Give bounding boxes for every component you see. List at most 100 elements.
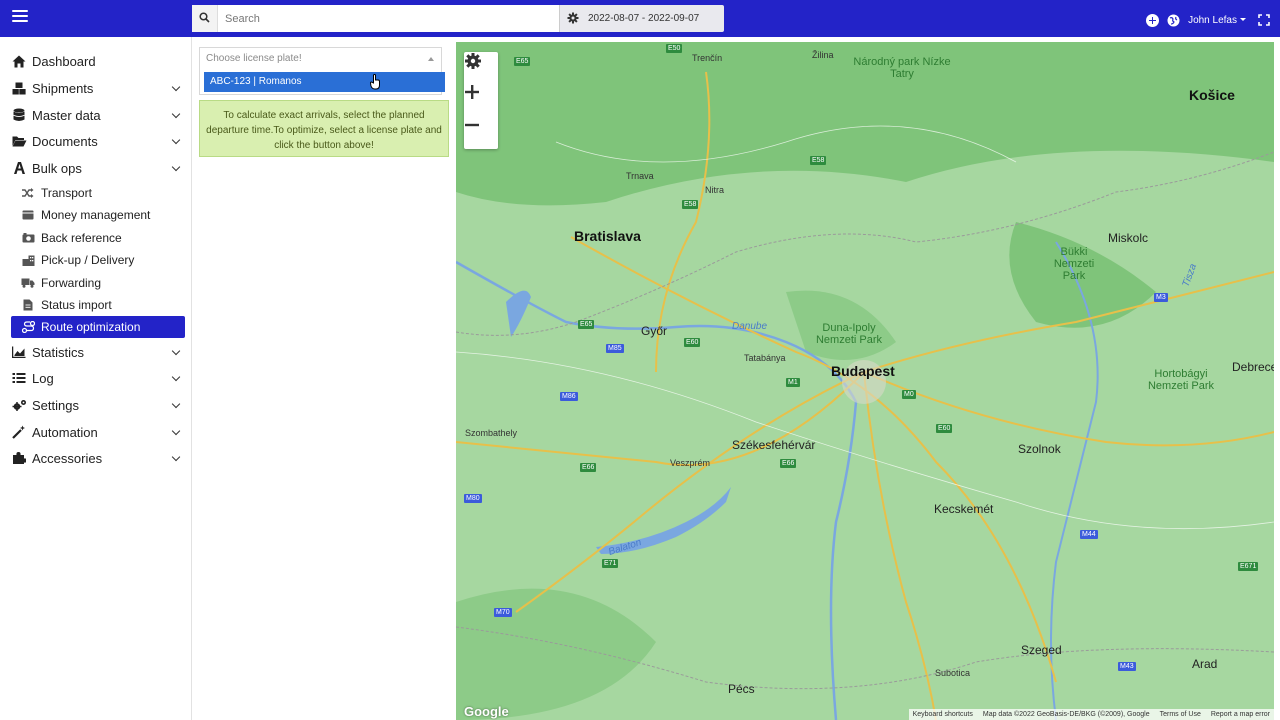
top-navbar: 2022-08-07 - 2022-09-07 John Lefas [0,0,1280,37]
sidebar-item-label: Master data [32,107,101,123]
minus-icon [465,123,479,127]
file-icon [21,299,35,311]
sidebar-item-master-data[interactable]: Master data [11,104,185,126]
sidebar-subitem-label: Route optimization [41,320,141,334]
map-city-label: Miskolc [1108,231,1149,245]
map-settings-button[interactable] [464,52,498,84]
license-plate-select[interactable]: Choose license plate! [199,47,442,69]
road-badge: M44 [1080,530,1098,539]
map-city-label: Trnava [626,171,654,181]
user-area: John Lefas [1146,12,1270,28]
fullscreen-icon[interactable] [1258,14,1270,26]
route-panel: Choose license plate! ABC-123 | Romanos … [192,37,456,720]
sidebar-subitem-route-optimization[interactable]: Route optimization [11,316,185,338]
sidebar-item-dashboard[interactable]: Dashboard [11,50,185,72]
chevron-down-icon [171,452,181,462]
building-icon [21,254,35,266]
date-range-text: 2022-08-07 - 2022-09-07 [588,13,700,24]
chevron-down-icon [171,346,181,356]
sidebar-item-label: Bulk ops [32,160,82,176]
map-city-label: Bratislava [574,228,641,244]
user-name: John Lefas [1188,14,1237,26]
sidebar-subitem-forwarding[interactable]: Forwarding [11,272,185,294]
sidebar-subitem-label: Status import [41,298,112,312]
zoom-out-button[interactable] [464,117,498,149]
sidebar-subitem-label: Money management [41,208,151,222]
sidebar-subitem-label: Transport [41,186,92,200]
info-text-line: click the button above! [274,140,374,151]
keyboard-shortcuts-link[interactable]: Keyboard shortcuts [913,711,973,718]
sidebar-item-label: Automation [32,424,98,440]
hand-icon [11,161,27,175]
add-icon[interactable] [1146,13,1160,27]
map-city-label: Budapest [831,363,895,379]
globe-icon[interactable] [1167,14,1180,27]
road-badge: E58 [810,156,827,165]
road-badge: M43 [1118,662,1136,671]
sidebar-subitem-transport[interactable]: Transport [11,182,185,204]
date-range-picker[interactable]: 2022-08-07 - 2022-09-07 [559,5,724,32]
user-menu[interactable]: John Lefas [1188,15,1246,26]
map-city-label: Nitra [705,185,725,195]
chart-icon [11,345,27,359]
sidebar-item-bulk-ops[interactable]: Bulk ops [11,157,185,179]
sidebar-item-accessories[interactable]: Accessories [11,447,185,469]
road-badge: M85 [606,344,624,353]
info-text-line: departure time.To optimize, select a lic… [206,125,442,136]
map-city-label: Győr [641,324,668,338]
log-icon [11,371,27,385]
chevron-down-icon [171,372,181,382]
magic-icon [11,425,27,439]
map-river-label: Danube [732,321,768,332]
road-badge: E671 [1238,562,1259,571]
sidebar-item-documents[interactable]: Documents [11,130,185,152]
map-city-label: Szeged [1021,643,1062,657]
road-badge: E65 [514,57,531,66]
road-badge: E50 [666,44,683,53]
zoom-in-button[interactable] [464,84,498,116]
info-text-line: To calculate exact arrivals, select the … [223,110,425,121]
map-city-label: Debrecen [1232,360,1274,374]
sidebar-item-label: Dashboard [32,53,96,69]
terms-link[interactable]: Terms of Use [1160,711,1201,718]
sidebar-subitem-money-management[interactable]: Money management [11,204,185,226]
sidebar: Dashboard Shipments Master data Document… [0,37,192,720]
sidebar-subitem-status-import[interactable]: Status import [11,294,185,316]
sidebar-subitem-label: Pick-up / Delivery [41,253,135,267]
search-input[interactable] [219,5,557,32]
mouse-cursor-icon [370,74,380,90]
sidebar-item-label: Statistics [32,344,85,360]
wallet-icon [21,209,35,221]
map-controls [464,52,498,149]
report-error-link[interactable]: Report a map error [1211,711,1270,718]
chevron-down-icon [171,135,181,145]
road-badge: E58 [682,200,699,209]
sidebar-item-label: Shipments [32,80,94,96]
map-park-label: Duna-Ipoly Nemzeti Park [815,322,883,346]
chevron-down-icon [171,82,181,92]
map-city-label: Veszprém [670,458,711,468]
menu-toggle-icon[interactable] [12,10,28,24]
sidebar-item-automation[interactable]: Automation [11,421,185,443]
caret-up-icon [428,57,434,61]
sidebar-subitem-label: Back reference [41,231,122,245]
map-view[interactable]: Bratislava Budapest Košice Trenčín Žilin… [456,42,1274,720]
dropdown-option-abc-123[interactable]: ABC-123 | Romanos [204,72,445,92]
plus-icon [465,85,479,99]
chevron-down-icon [171,109,181,119]
search-icon[interactable] [192,5,218,32]
map-park-label: Národný park Nízke Tatry [853,56,951,80]
sidebar-item-statistics[interactable]: Statistics [11,341,185,363]
road-badge: M0 [902,390,916,399]
sidebar-subitem-back-reference[interactable]: Back reference [11,227,185,249]
sidebar-item-settings[interactable]: Settings [11,394,185,416]
road-badge: M70 [494,608,512,617]
truck-icon [21,277,35,289]
sidebar-subitem-pickup-delivery[interactable]: Pick-up / Delivery [11,249,185,271]
map-city-label: Szolnok [1018,442,1061,456]
select-placeholder: Choose license plate! [206,53,302,64]
sidebar-item-log[interactable]: Log [11,367,185,389]
gear-icon [567,12,579,24]
road-badge: E71 [602,559,619,568]
sidebar-item-shipments[interactable]: Shipments [11,77,185,99]
